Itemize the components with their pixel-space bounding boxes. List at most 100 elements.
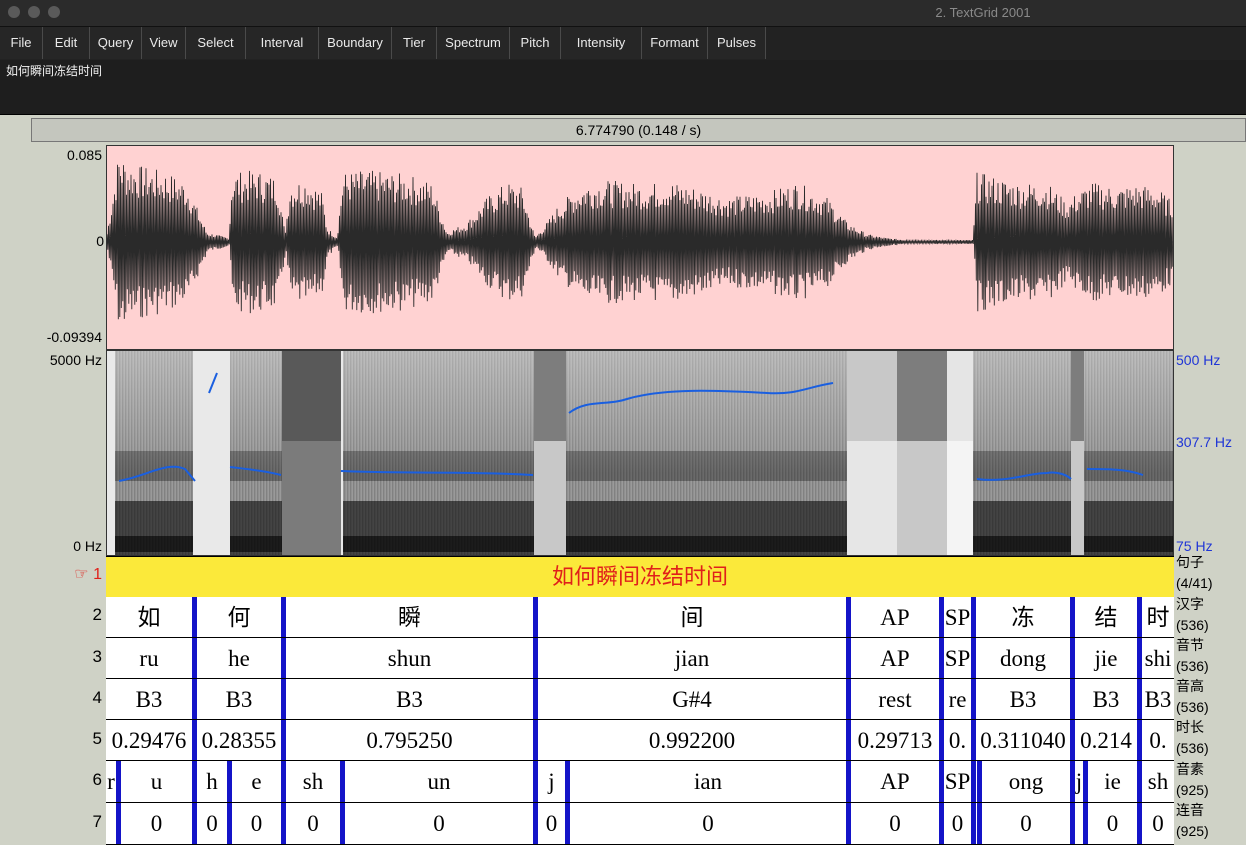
- interval-boundary[interactable]: [971, 803, 976, 844]
- tier-7-name[interactable]: 连音 (925): [1176, 800, 1209, 842]
- tier-5-interval[interactable]: 0.29476: [106, 720, 192, 760]
- tier-7-interval[interactable]: 0: [538, 803, 565, 844]
- interval-boundary[interactable]: [1137, 803, 1142, 844]
- interval-boundary[interactable]: [565, 761, 570, 802]
- menu-pitch[interactable]: Pitch: [510, 27, 561, 59]
- tier-4-interval[interactable]: re: [944, 679, 971, 719]
- tier-3-interval[interactable]: shun: [286, 638, 533, 678]
- interval-boundary[interactable]: [971, 638, 976, 678]
- tier-6-interval[interactable]: u: [121, 761, 192, 802]
- tier-5[interactable]: 0.29476 0.28355 0.795250 0.992200 0.29713 0. 0…: [106, 720, 1174, 761]
- interval-boundary[interactable]: [192, 761, 197, 802]
- tier-3-interval[interactable]: jian: [538, 638, 846, 678]
- interval-boundary[interactable]: [533, 761, 538, 802]
- interval-boundary[interactable]: [1070, 803, 1075, 844]
- tier-4-interval[interactable]: B3: [286, 679, 533, 719]
- menu-interval[interactable]: Interval: [246, 27, 319, 59]
- interval-boundary[interactable]: [533, 679, 538, 719]
- tier-6-number[interactable]: 6: [66, 770, 102, 790]
- tier-4-interval[interactable]: rest: [851, 679, 939, 719]
- tier-5-interval[interactable]: 0.29713: [851, 720, 939, 760]
- interval-boundary[interactable]: [971, 720, 976, 760]
- tier-6-interval[interactable]: SP: [944, 761, 971, 802]
- tier-2-name[interactable]: 汉字 (536): [1176, 594, 1209, 636]
- interval-boundary[interactable]: [1137, 638, 1142, 678]
- tier-5-interval[interactable]: 0.: [944, 720, 971, 760]
- tier-4-interval[interactable]: B3: [1142, 679, 1174, 719]
- interval-boundary[interactable]: [971, 597, 976, 637]
- interval-boundary[interactable]: [939, 803, 944, 844]
- tier-3-interval[interactable]: he: [197, 638, 281, 678]
- interval-boundary[interactable]: [227, 803, 232, 844]
- interval-boundary[interactable]: [227, 761, 232, 802]
- tier-4-interval[interactable]: B3: [976, 679, 1070, 719]
- tier-4-interval[interactable]: G#4: [538, 679, 846, 719]
- interval-boundary[interactable]: [1070, 720, 1075, 760]
- tier-6-interval[interactable]: h: [197, 761, 227, 802]
- interval-boundary[interactable]: [939, 638, 944, 678]
- tier-6-interval[interactable]: ong: [982, 761, 1070, 802]
- interval-boundary[interactable]: [1070, 761, 1075, 802]
- interval-boundary[interactable]: [1137, 679, 1142, 719]
- tier-6-interval[interactable]: ie: [1088, 761, 1137, 802]
- tier-6-name[interactable]: 音素 (925): [1176, 759, 1209, 801]
- tier-7-interval[interactable]: 0: [570, 803, 846, 844]
- waveform-view[interactable]: [106, 145, 1174, 350]
- tier-5-interval[interactable]: 0.214: [1075, 720, 1137, 760]
- tier-2-interval[interactable]: 如: [106, 597, 192, 637]
- interval-boundary[interactable]: [533, 638, 538, 678]
- tier-4-interval[interactable]: B3: [197, 679, 281, 719]
- interval-boundary[interactable]: [281, 679, 286, 719]
- tier-4-number[interactable]: 4: [66, 688, 102, 708]
- interval-boundary[interactable]: [846, 679, 851, 719]
- tier-2-interval[interactable]: SP: [944, 597, 971, 637]
- tier-7-number[interactable]: 7: [66, 812, 102, 832]
- tier-7-interval[interactable]: 0: [197, 803, 227, 844]
- interval-boundary[interactable]: [971, 761, 976, 802]
- tier-5-number[interactable]: 5: [66, 729, 102, 749]
- menu-view[interactable]: View: [142, 27, 186, 59]
- interval-boundary[interactable]: [116, 803, 121, 844]
- tier-4-interval[interactable]: B3: [106, 679, 192, 719]
- interval-boundary[interactable]: [1137, 720, 1142, 760]
- tier-7-interval[interactable]: 0: [1142, 803, 1174, 844]
- textgrid-tiers[interactable]: 如何瞬间冻结时间如何瞬间 AP SP 冻结时 ru he shun jian AP SP dong j…: [106, 556, 1174, 845]
- tier-1-name[interactable]: 句子 (4/41): [1176, 552, 1213, 594]
- spectrogram-view[interactable]: [106, 350, 1174, 556]
- tier-7-interval[interactable]: 0: [232, 803, 281, 844]
- interval-boundary[interactable]: [846, 597, 851, 637]
- tier-3-interval[interactable]: ru: [106, 638, 192, 678]
- tier-6-interval[interactable]: sh: [286, 761, 340, 802]
- tier-1-interval[interactable]: 如何瞬间冻结时间: [106, 557, 1174, 597]
- menu-query[interactable]: Query: [90, 27, 142, 59]
- interval-boundary[interactable]: [977, 761, 982, 802]
- interval-boundary[interactable]: [846, 638, 851, 678]
- tier-5-interval[interactable]: 0.311040: [976, 720, 1070, 760]
- tier-6[interactable]: r u h e sh un j ian AP SP ong j ie sh: [106, 761, 1174, 803]
- interval-boundary[interactable]: [340, 803, 345, 844]
- interval-boundary[interactable]: [533, 803, 538, 844]
- interval-boundary[interactable]: [565, 803, 570, 844]
- tier-4-name[interactable]: 音高 (536): [1176, 676, 1209, 718]
- interval-boundary[interactable]: [192, 803, 197, 844]
- tier-7-interval[interactable]: 0: [851, 803, 939, 844]
- tier-7[interactable]: 000000000000: [106, 803, 1174, 845]
- tier-6-interval[interactable]: sh: [1142, 761, 1174, 802]
- interval-boundary[interactable]: [971, 679, 976, 719]
- tier-6-interval[interactable]: j: [1075, 761, 1083, 802]
- tier-4-interval[interactable]: B3: [1075, 679, 1137, 719]
- interval-boundary[interactable]: [1083, 803, 1088, 844]
- tier-3-interval[interactable]: AP: [851, 638, 939, 678]
- tier-3-interval[interactable]: jie: [1075, 638, 1137, 678]
- tier-7-interval[interactable]: 0: [345, 803, 533, 844]
- interval-boundary[interactable]: [1070, 638, 1075, 678]
- tier-5-interval[interactable]: 0.795250: [286, 720, 533, 760]
- interval-boundary[interactable]: [192, 720, 197, 760]
- interval-boundary[interactable]: [533, 720, 538, 760]
- tier-2-number[interactable]: 2: [66, 605, 102, 625]
- tier-7-interval[interactable]: 0: [982, 803, 1070, 844]
- menu-formant[interactable]: Formant: [642, 27, 708, 59]
- tier-3-interval[interactable]: shi: [1142, 638, 1174, 678]
- interval-boundary[interactable]: [192, 638, 197, 678]
- interval-boundary[interactable]: [939, 720, 944, 760]
